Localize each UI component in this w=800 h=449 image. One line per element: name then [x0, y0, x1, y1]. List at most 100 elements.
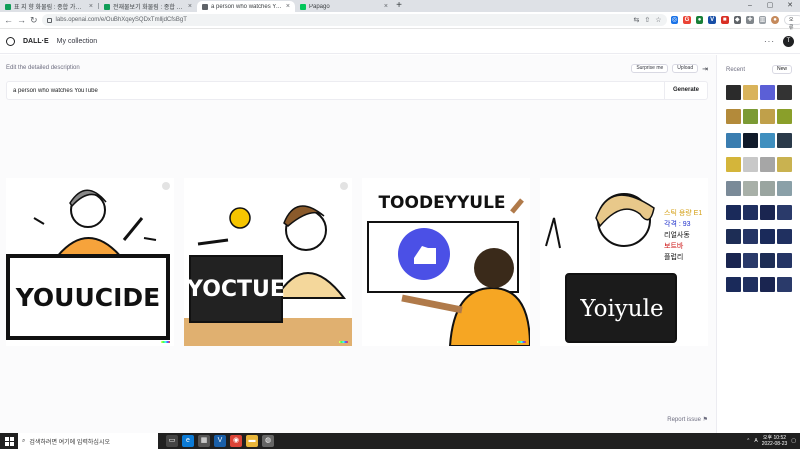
- recent-thumbnail[interactable]: [743, 109, 758, 124]
- close-icon[interactable]: ×: [286, 3, 290, 10]
- forward-icon[interactable]: →: [17, 15, 26, 25]
- vscode-icon[interactable]: V: [214, 435, 226, 447]
- app-icon[interactable]: ◍: [262, 435, 274, 447]
- extension-icon[interactable]: V: [708, 16, 716, 24]
- back-icon[interactable]: ←: [4, 15, 13, 25]
- more-options-icon[interactable]: ···: [764, 37, 775, 46]
- recent-thumbnail[interactable]: [760, 205, 775, 220]
- recent-thumbnail[interactable]: [726, 109, 741, 124]
- browser-tab-4[interactable]: Papago ×: [295, 1, 393, 12]
- recent-thumbnail[interactable]: [760, 109, 775, 124]
- system-tray: ⌃ A 오후 10:52 2022-08-23 ▢: [746, 435, 800, 447]
- notification-icon[interactable]: ▢: [791, 438, 796, 444]
- recent-thumbnail[interactable]: [777, 277, 792, 292]
- generated-image-1[interactable]: YOUUCIDE: [6, 178, 174, 346]
- flag-icon: ⚑: [702, 417, 708, 423]
- translate-icon[interactable]: ⇆: [634, 16, 640, 24]
- recent-thumbnail[interactable]: [726, 133, 741, 148]
- new-tab-button[interactable]: +: [393, 1, 405, 12]
- recent-thumbnail[interactable]: [760, 253, 775, 268]
- recent-thumbnail[interactable]: [760, 277, 775, 292]
- taskbar-search[interactable]: ⌕ 검색하려면 여기에 입력하십시오: [18, 433, 158, 449]
- recent-thumbnail[interactable]: [726, 85, 741, 100]
- recent-thumbnail[interactable]: [777, 205, 792, 220]
- recent-thumbnail[interactable]: [726, 205, 741, 220]
- close-icon[interactable]: ×: [188, 3, 192, 10]
- tab-title: 전재물보기 화물림 : 종합 가시: [113, 5, 185, 11]
- recent-thumbnail[interactable]: [743, 157, 758, 172]
- new-button[interactable]: New: [771, 65, 792, 74]
- clock[interactable]: 오후 10:52 2022-08-23: [762, 435, 788, 447]
- recent-thumbnail[interactable]: [777, 181, 792, 196]
- recent-thumbnail[interactable]: [743, 85, 758, 100]
- recent-thumbnail[interactable]: [760, 229, 775, 244]
- overlay-line: 보트바: [664, 243, 684, 250]
- browser-tab-active[interactable]: a person who watches YouTube ×: [197, 1, 295, 12]
- recent-thumbnail[interactable]: [726, 277, 741, 292]
- recent-thumbnail[interactable]: [743, 205, 758, 220]
- recent-thumbnail[interactable]: [726, 253, 741, 268]
- recent-thumbnail[interactable]: [760, 157, 775, 172]
- generated-image-2[interactable]: YOCTUE: [184, 178, 352, 346]
- windows-taskbar: ⌕ 검색하려면 여기에 입력하십시오 ▭ e ▦ V ◉ ▬ ◍ ⌃ A 오후 …: [0, 433, 800, 449]
- close-icon[interactable]: ×: [89, 3, 93, 10]
- recent-thumbnail[interactable]: [777, 253, 792, 268]
- extension-icon[interactable]: ◎: [670, 16, 679, 24]
- recent-thumbnail[interactable]: [777, 133, 792, 148]
- user-avatar[interactable]: T: [783, 36, 794, 47]
- illustration-like-screen: TOODEYYULE: [367, 193, 530, 346]
- extension-icon[interactable]: G: [683, 16, 691, 24]
- bookmark-star-icon[interactable]: ☆: [655, 16, 661, 24]
- extension-icon[interactable]: ◆: [733, 16, 742, 24]
- task-view-icon[interactable]: ▭: [166, 435, 178, 447]
- browser-tab-1[interactable]: 표 지 향 화물림 : 종합 가시기 ×: [0, 1, 98, 12]
- report-issue-link[interactable]: Report issue ⚑: [667, 416, 708, 423]
- recent-thumbnail[interactable]: [777, 157, 792, 172]
- collapse-sidebar-icon[interactable]: ⇥: [702, 65, 708, 73]
- puzzle-icon[interactable]: ✚: [746, 16, 754, 24]
- profile-error-button[interactable]: 오류: [783, 15, 800, 31]
- generate-button[interactable]: Generate: [663, 82, 707, 99]
- recent-thumbnail[interactable]: [777, 229, 792, 244]
- recent-thumbnail[interactable]: [760, 181, 775, 196]
- windows-start-icon[interactable]: [0, 433, 18, 449]
- ime-indicator[interactable]: A: [754, 438, 757, 444]
- upload-button[interactable]: Upload: [672, 64, 699, 73]
- brand-link[interactable]: DALL·E: [23, 38, 49, 45]
- surprise-me-button[interactable]: Surprise me: [631, 64, 669, 73]
- recent-thumbnail[interactable]: [743, 229, 758, 244]
- chrome-icon[interactable]: ◉: [230, 435, 242, 447]
- store-icon[interactable]: ▦: [198, 435, 210, 447]
- reload-icon[interactable]: ↻: [30, 15, 38, 26]
- image-options-icon[interactable]: [162, 182, 170, 190]
- address-bar[interactable]: labs.openai.com/e/OuBhXqeySQDxTmlljdCfsB…: [41, 14, 667, 26]
- recent-thumbnail[interactable]: [743, 181, 758, 196]
- recent-thumbnail[interactable]: [777, 109, 792, 124]
- prompt-input[interactable]: [7, 87, 664, 94]
- profile-avatar-icon[interactable]: ●: [771, 16, 779, 24]
- image-options-icon[interactable]: [340, 182, 348, 190]
- recent-thumbnail[interactable]: [743, 277, 758, 292]
- extension-icon[interactable]: ■: [720, 16, 729, 24]
- close-window-icon[interactable]: ✕: [780, 0, 800, 12]
- network-icon[interactable]: ⌃: [746, 438, 750, 444]
- minimize-icon[interactable]: –: [740, 0, 760, 12]
- edge-icon[interactable]: e: [182, 435, 194, 447]
- my-collection-link[interactable]: My collection: [57, 38, 97, 45]
- recent-thumbnail[interactable]: [726, 157, 741, 172]
- extension-icon[interactable]: ●: [695, 16, 704, 24]
- recent-thumbnail[interactable]: [726, 229, 741, 244]
- recent-thumbnail[interactable]: [760, 85, 775, 100]
- browser-tab-2[interactable]: 전재물보기 화물림 : 종합 가시 ×: [99, 1, 197, 12]
- recent-thumbnail[interactable]: [777, 85, 792, 100]
- share-icon[interactable]: ⇧: [644, 16, 650, 24]
- generated-image-3[interactable]: TOODEYYULE: [362, 178, 530, 346]
- recent-thumbnail[interactable]: [743, 253, 758, 268]
- recent-thumbnail[interactable]: [760, 133, 775, 148]
- maximize-icon[interactable]: ▢: [760, 0, 780, 12]
- recent-thumbnail[interactable]: [743, 133, 758, 148]
- close-icon[interactable]: ×: [384, 3, 388, 10]
- sidebar-icon[interactable]: ▥: [758, 16, 767, 24]
- recent-thumbnail[interactable]: [726, 181, 741, 196]
- explorer-icon[interactable]: ▬: [246, 435, 258, 447]
